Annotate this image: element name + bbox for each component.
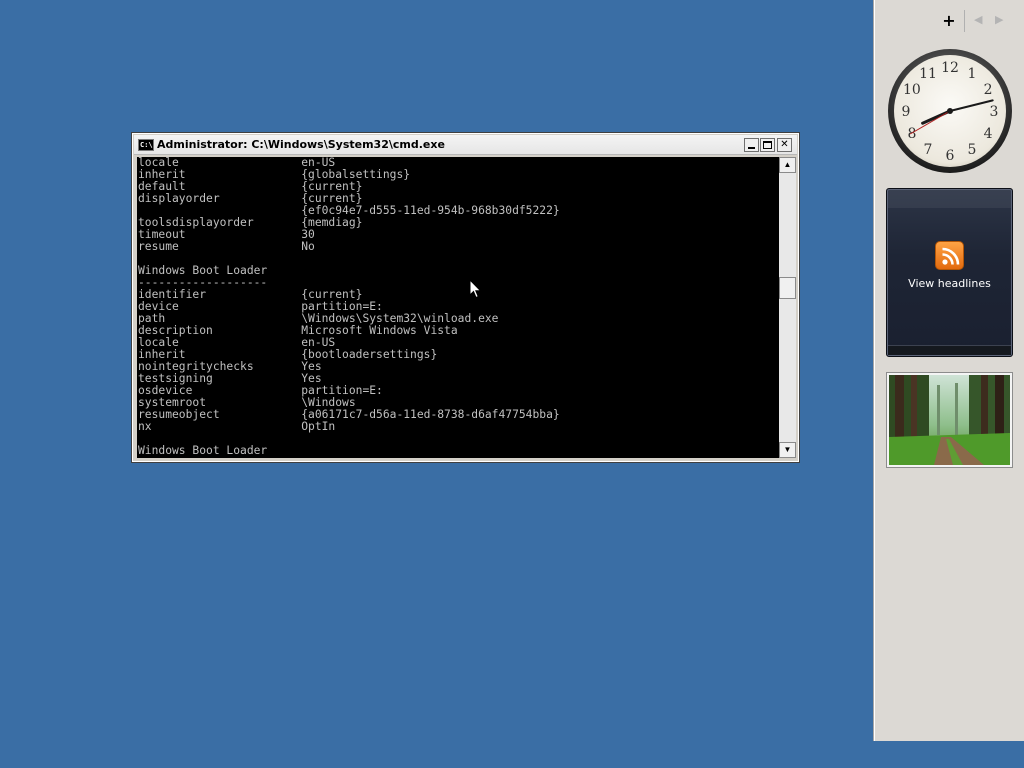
cmd-window[interactable]: C:\ Administrator: C:\Windows\System32\c…: [131, 132, 800, 463]
clock-numeral: 7: [924, 142, 933, 158]
arrow-left-icon[interactable]: ◀: [974, 13, 982, 26]
feed-headlines-gadget[interactable]: View headlines: [886, 188, 1013, 357]
clock-numeral: 2: [984, 82, 993, 98]
feed-footer: [888, 345, 1011, 355]
console-text[interactable]: locale en-US inherit {globalsettings} de…: [137, 157, 779, 457]
clock-numeral: 12: [941, 60, 959, 76]
scroll-up-button[interactable]: ▲: [779, 157, 796, 173]
forest-photo: [889, 375, 1010, 465]
clock-numeral: 6: [946, 148, 955, 164]
clock-numeral: 3: [990, 104, 999, 120]
clock-numeral: 9: [902, 104, 911, 120]
maximize-icon: [763, 141, 772, 149]
console-output[interactable]: locale en-US inherit {globalsettings} de…: [137, 157, 779, 458]
clock-numeral: 5: [968, 142, 977, 158]
plus-icon: +: [942, 11, 956, 30]
mouse-cursor-icon: [469, 279, 482, 299]
scroll-down-button[interactable]: ▼: [779, 442, 796, 458]
minimize-button[interactable]: [744, 138, 759, 152]
window-title: Administrator: C:\Windows\System32\cmd.e…: [157, 138, 445, 151]
clock-numeral: 1: [968, 66, 977, 82]
clock-numeral: 8: [907, 126, 916, 142]
clock-numeral: 10: [903, 82, 921, 98]
clock-numeral: 11: [919, 66, 937, 82]
clock-pivot: [947, 108, 953, 114]
minimize-icon: [748, 147, 755, 149]
arrow-right-icon[interactable]: ▶: [995, 13, 1003, 26]
slideshow-gadget[interactable]: [886, 372, 1013, 468]
clock-numeral: 4: [984, 126, 993, 142]
window-titlebar[interactable]: C:\ Administrator: C:\Windows\System32\c…: [134, 135, 797, 155]
scroll-thumb[interactable]: [779, 277, 796, 299]
close-icon: ✕: [780, 139, 789, 150]
close-button[interactable]: ✕: [777, 138, 792, 152]
view-headlines-link[interactable]: View headlines: [887, 277, 1012, 290]
vertical-scrollbar[interactable]: ▲ ▼: [779, 157, 796, 458]
feed-gloss: [888, 190, 1011, 208]
rss-icon: [935, 241, 964, 270]
maximize-button[interactable]: [760, 138, 775, 152]
add-gadget-button[interactable]: +: [940, 12, 958, 30]
sidebar-divider: [964, 10, 965, 32]
cmd-icon[interactable]: C:\: [138, 139, 154, 151]
clock-gadget[interactable]: 12 12 3 45678 9 1011: [886, 47, 1014, 175]
